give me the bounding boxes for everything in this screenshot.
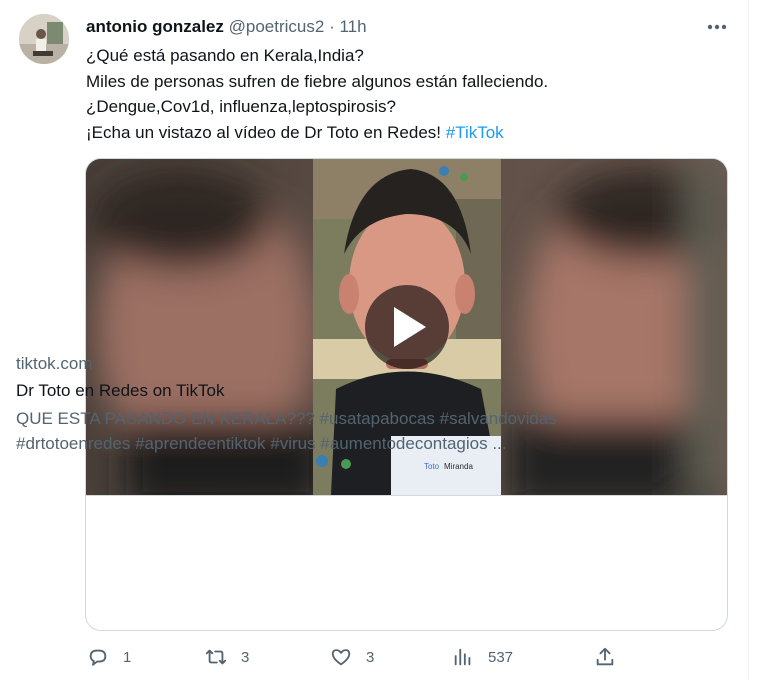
card-description: QUE ESTA PASANDO EN KERALA??? #usatapabo… [16,406,626,456]
reply-button[interactable]: 1 [87,646,131,668]
card-description-line: #drtotoenredes #aprendeentiktok #virus #… [16,434,507,453]
author-handle[interactable]: @poetricus2 [229,17,325,36]
share-button[interactable] [594,646,616,668]
card-description-line: QUE ESTA PASANDO EN KERALA??? #usatapabo… [16,409,557,428]
play-button[interactable] [365,285,449,369]
timeline-divider [748,0,749,680]
tweet-line: ¿Dengue,Cov1d, influenza,leptospirosis? [86,97,396,116]
reply-icon [89,649,107,666]
more-icon [707,24,727,30]
hashtag-link[interactable]: #TikTok [446,123,504,142]
views-icon [454,648,471,666]
tweet-text: ¿Qué está pasando en Kerala,India? Miles… [86,43,726,145]
tweet-line: Miles de personas sufren de fiebre algun… [86,71,549,91]
card-domain: tiktok.com [16,354,93,373]
reply-count: 1 [123,648,132,666]
like-count: 3 [366,648,375,666]
author-name[interactable]: antonio gonzalez [86,17,224,36]
tweet-line: ¡Echa un vistazo al vídeo de Dr Toto en … [86,120,726,146]
like-button[interactable]: 3 [330,646,374,668]
share-icon [596,647,614,666]
action-bar: 1 3 3 537 [0,646,762,674]
tweet-line-text: ¡Echa un vistazo al vídeo de Dr Toto en … [86,122,446,142]
card-title: Dr Toto en Redes on TikTok [16,381,225,400]
retweet-button[interactable]: 3 [205,646,249,668]
like-icon [331,649,351,666]
tweet-time[interactable]: 11h [339,17,366,36]
tweet-line: ¿Qué está pasando en Kerala,India? [86,46,364,65]
retweet-count: 3 [241,648,250,666]
tweet-header: antonio gonzalez @poetricus2 · 11h [86,16,367,38]
views-count: 537 [488,648,514,666]
separator-dot: · [329,17,335,36]
views-button[interactable]: 537 [452,646,513,668]
more-button[interactable] [705,16,729,38]
video-overlay-second: Miranda [444,462,473,471]
avatar[interactable] [19,14,69,64]
retweet-icon [205,649,227,665]
card-meta [86,495,727,630]
video-overlay-first: Toto [424,462,440,471]
